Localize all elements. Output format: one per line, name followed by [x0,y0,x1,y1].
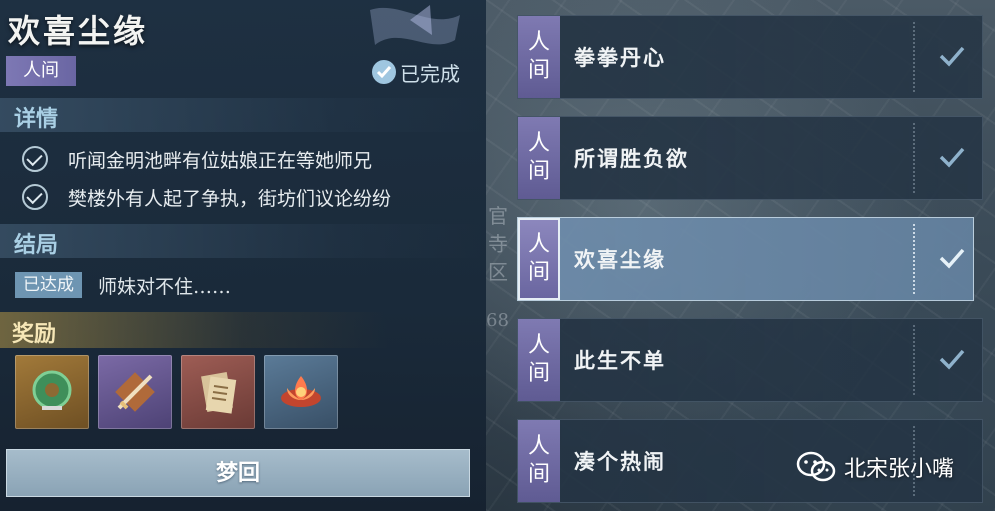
quest-category-tag: 人间 [518,420,560,502]
detail-text: 听闻金明池畔有位姑娘正在等她师兄 [68,149,373,172]
completion-status-text: 已完成 [400,61,460,86]
reward-slot[interactable] [98,355,172,429]
ending-header: 结局 [0,224,486,258]
quest-category-tag: 人间 [518,319,560,401]
dotted-divider [913,325,915,395]
detail-item: 樊楼外有人起了争执，街坊们议论纷纷 [22,182,391,212]
dotted-divider [913,22,915,92]
dotted-divider [913,123,915,193]
dotted-divider [913,224,915,294]
rewards-header: 奖励 [0,312,486,348]
scroll-letter-icon [201,372,237,414]
lotus-lantern-icon [281,376,321,407]
ending-row: 已达成 师妹对不住…… [15,271,231,299]
watermark: 北宋张小嘴 [796,450,954,484]
sword-token-icon [115,372,155,412]
map-label: 寺 [488,232,508,256]
ending-text: 师妹对不住…… [98,275,232,298]
watermark-text: 北宋张小嘴 [844,457,955,482]
reward-slot[interactable] [15,355,89,429]
map-label: 68 [486,310,509,331]
quest-category-tag: 人间 [6,56,76,86]
rewards-heading: 奖励 [12,321,57,347]
dream-return-button[interactable]: 梦回 [6,449,470,497]
checkmark-icon [939,46,965,67]
reward-slot[interactable] [181,355,255,429]
quest-list-item-selected[interactable]: 人间 欢喜尘缘 [517,217,974,301]
quest-category-tag: 人间 [518,218,560,300]
quest-category-tag: 人间 [518,117,560,199]
wechat-icon [796,451,836,482]
details-heading: 详情 [14,106,59,132]
check-circle-icon [22,146,48,172]
detail-item: 听闻金明池畔有位姑娘正在等她师兄 [22,144,372,174]
quest-list-item[interactable]: 人间 所谓胜负欲 [517,116,983,200]
quest-name: 拳拳丹心 [574,45,666,70]
quest-name: 凑个热闹 [574,449,666,474]
checkmark-icon [939,147,965,168]
quest-detail-panel: 欢喜尘缘 人间 已完成 详情 听闻金明池畔有位姑娘正在等她师兄 樊楼外有人起了争… [0,0,486,511]
checkmark-icon [939,248,965,269]
detail-text: 樊楼外有人起了争执，街坊们议论纷纷 [68,187,392,210]
completion-status: 已完成 [372,58,460,86]
quest-list-item[interactable]: 人间 此生不单 [517,318,983,402]
map-label: 区 [488,260,508,284]
quest-name: 欢喜尘缘 [574,247,666,272]
quest-list-item[interactable]: 人间 拳拳丹心 [517,15,983,99]
jade-pendant-icon [32,370,72,410]
reward-slot[interactable] [264,355,338,429]
ending-heading: 结局 [14,232,59,258]
map-label: 官 [488,204,508,228]
checkmark-icon [939,349,965,370]
quest-name: 此生不单 [574,348,666,373]
quest-title: 欢喜尘缘 [8,12,149,50]
completed-check-icon [372,60,396,84]
quest-category-tag: 人间 [518,16,560,98]
check-circle-icon [22,184,48,210]
details-header: 详情 [0,98,486,132]
quest-name: 所谓胜负欲 [574,146,689,171]
achieved-badge: 已达成 [15,272,82,298]
